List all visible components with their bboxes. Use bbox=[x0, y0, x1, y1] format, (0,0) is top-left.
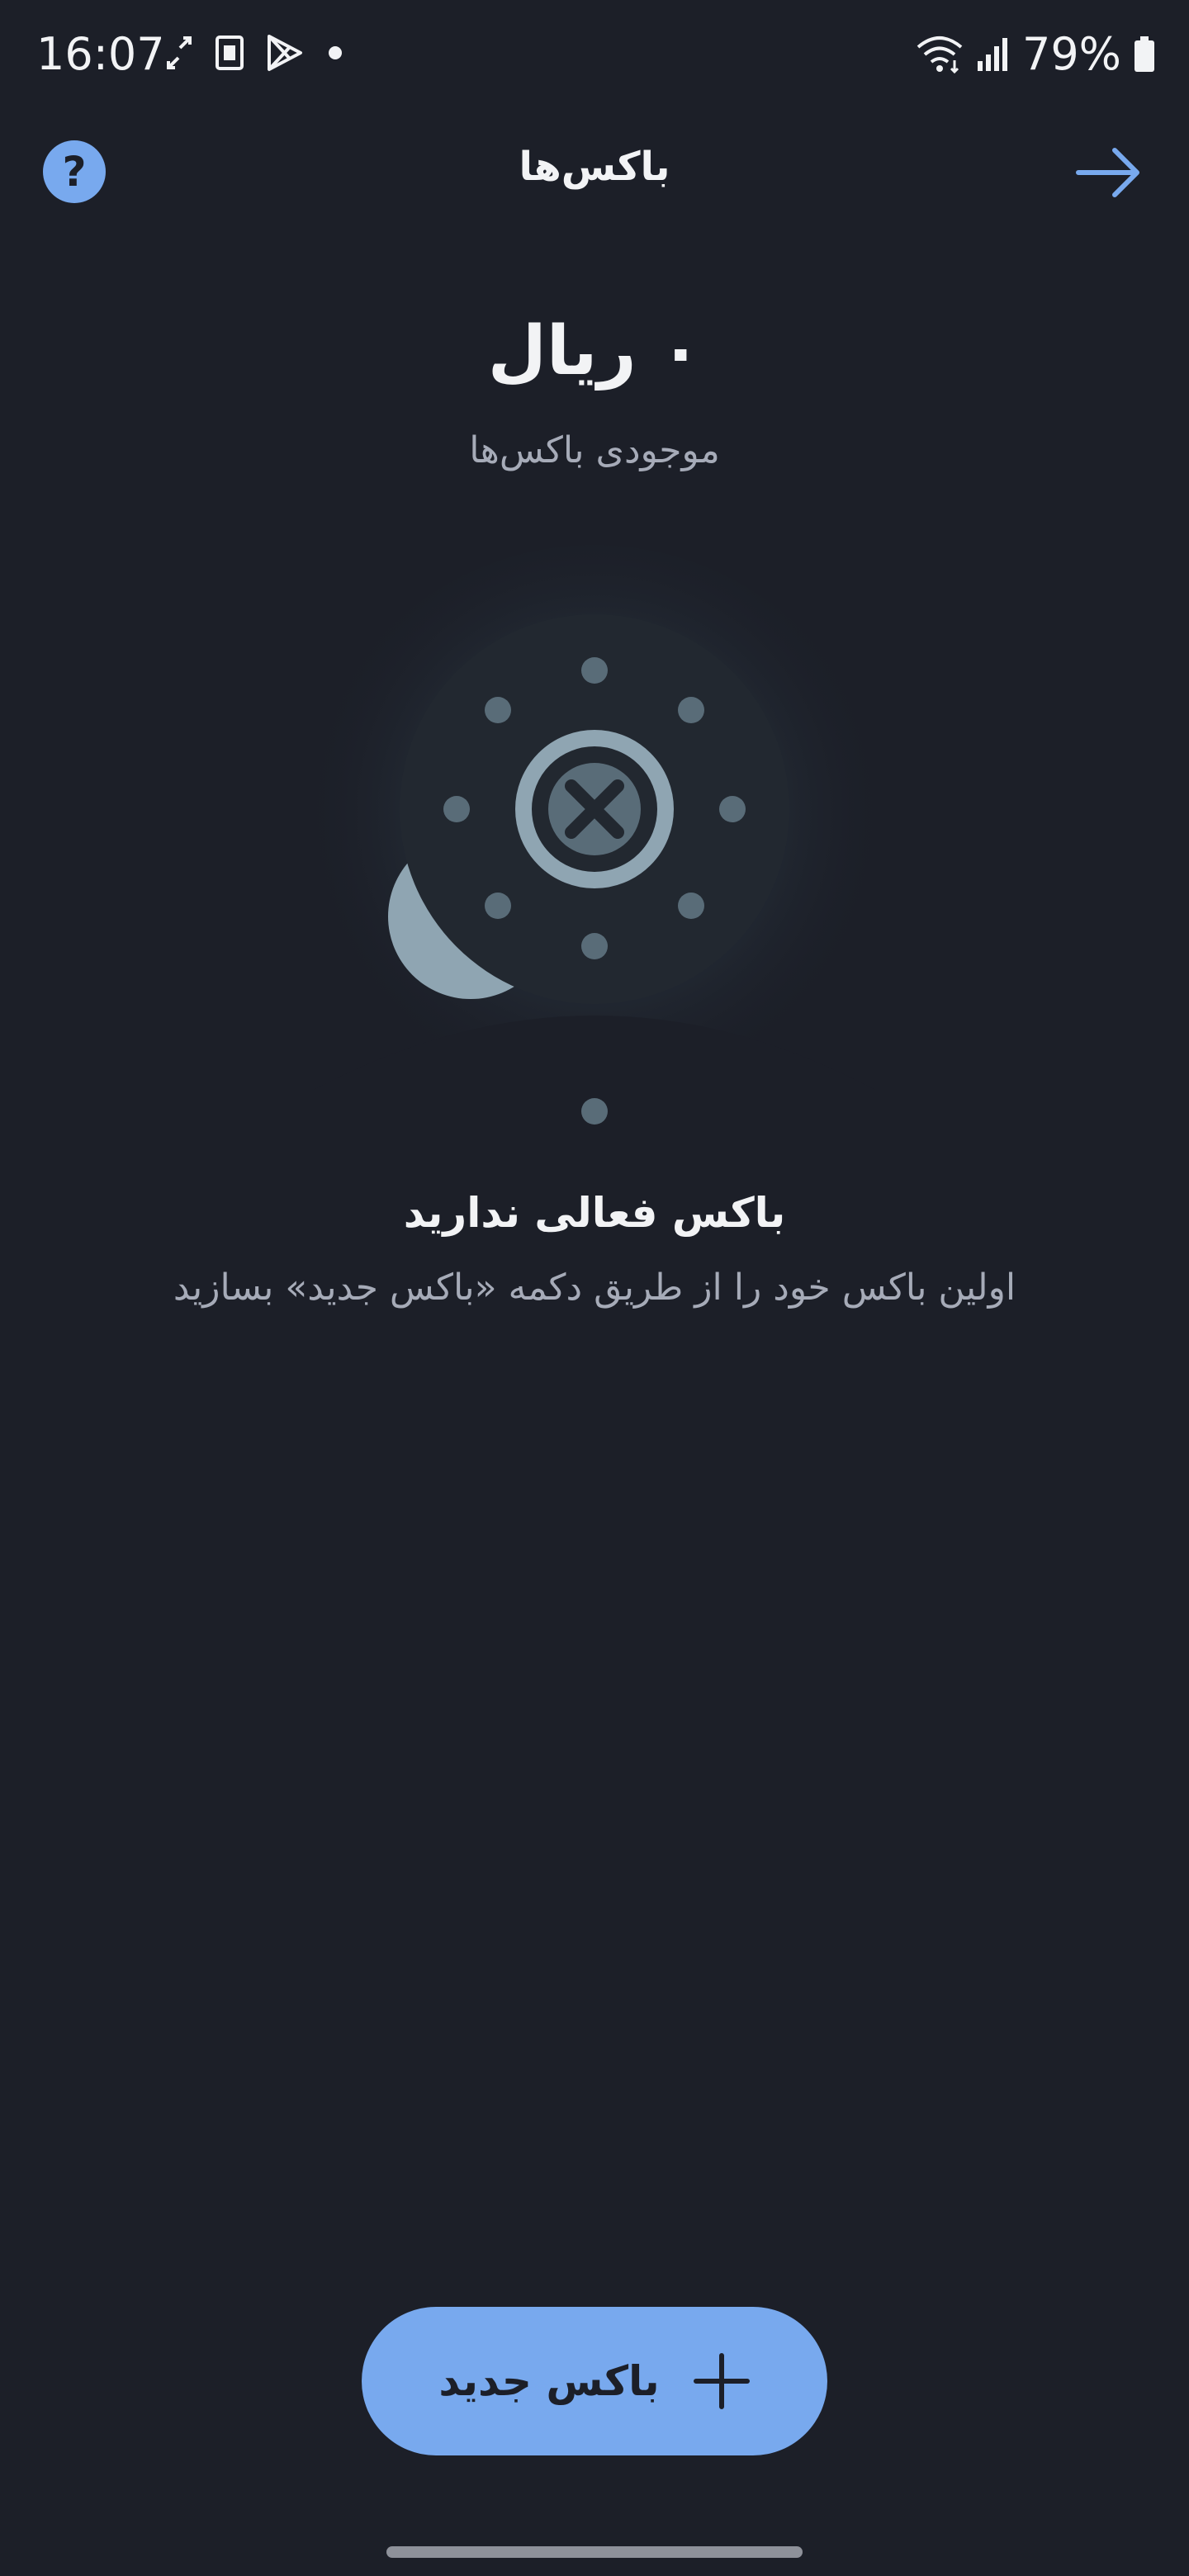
status-system-icons: 79% bbox=[915, 28, 1156, 80]
empty-state-title: باکس فعالی ندارید bbox=[403, 1189, 786, 1237]
app-header: ? باکس‌ها bbox=[0, 124, 1189, 223]
back-button[interactable] bbox=[1073, 144, 1143, 201]
status-bar: 16:07 79% bbox=[0, 0, 1189, 116]
sync-icon bbox=[167, 36, 192, 69]
new-box-label: باکس جدید bbox=[438, 2357, 660, 2405]
empty-box-illustration bbox=[264, 528, 925, 1156]
status-notification-icons bbox=[165, 33, 345, 73]
sim-card-icon bbox=[216, 36, 244, 70]
plus-icon bbox=[693, 2353, 750, 2409]
home-indicator[interactable] bbox=[386, 2546, 803, 2558]
battery-percent: 79% bbox=[1021, 28, 1121, 80]
arrow-right-icon bbox=[1076, 148, 1139, 197]
battery-icon bbox=[1135, 36, 1154, 72]
new-box-button[interactable]: باکس جدید bbox=[362, 2307, 827, 2455]
empty-state-description: اولین باکس خود را از طریق دکمه «باکس جدی… bbox=[173, 1267, 1016, 1309]
signal-icon bbox=[977, 37, 1007, 71]
notification-dot-icon bbox=[329, 46, 342, 59]
page-title: باکس‌ها bbox=[519, 144, 670, 190]
balance-amount: ۰ ریال bbox=[487, 312, 702, 391]
wifi-icon bbox=[917, 36, 963, 73]
balance-label: موجودی باکس‌ها bbox=[469, 429, 720, 471]
boxes-screen: 16:07 bbox=[0, 0, 1189, 2576]
play-store-icon bbox=[268, 35, 302, 71]
status-time: 16:07 bbox=[36, 28, 165, 80]
